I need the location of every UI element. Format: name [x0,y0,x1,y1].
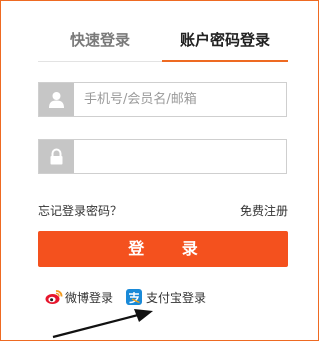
password-field [38,139,294,174]
forgot-password-link[interactable]: 忘记登录密码？ [38,202,122,219]
register-link[interactable]: 免费注册 [240,202,288,219]
lock-icon-box [39,140,74,173]
user-icon [49,92,64,108]
links-row: 忘记登录密码？ 免费注册 [38,202,288,220]
login-tabs: 快速登录 账户密码登录 [38,21,288,62]
tab-quick-login[interactable]: 快速登录 [38,21,162,61]
username-input[interactable] [74,83,294,116]
lock-icon [50,148,63,165]
weibo-icon [45,290,63,304]
login-panel: 快速登录 账户密码登录 忘记登录密码？ 免费注册 登 录 [0,0,319,341]
login-button[interactable]: 登 录 [38,231,288,267]
password-input[interactable] [74,140,294,173]
alipay-icon [126,289,142,305]
tab-account-login[interactable]: 账户密码登录 [162,21,288,62]
arrow-annotation [52,309,153,339]
username-field [38,82,294,117]
active-tab-underline [162,60,288,62]
tab-account-login-label: 账户密码登录 [179,31,270,49]
user-icon-box [39,83,74,116]
